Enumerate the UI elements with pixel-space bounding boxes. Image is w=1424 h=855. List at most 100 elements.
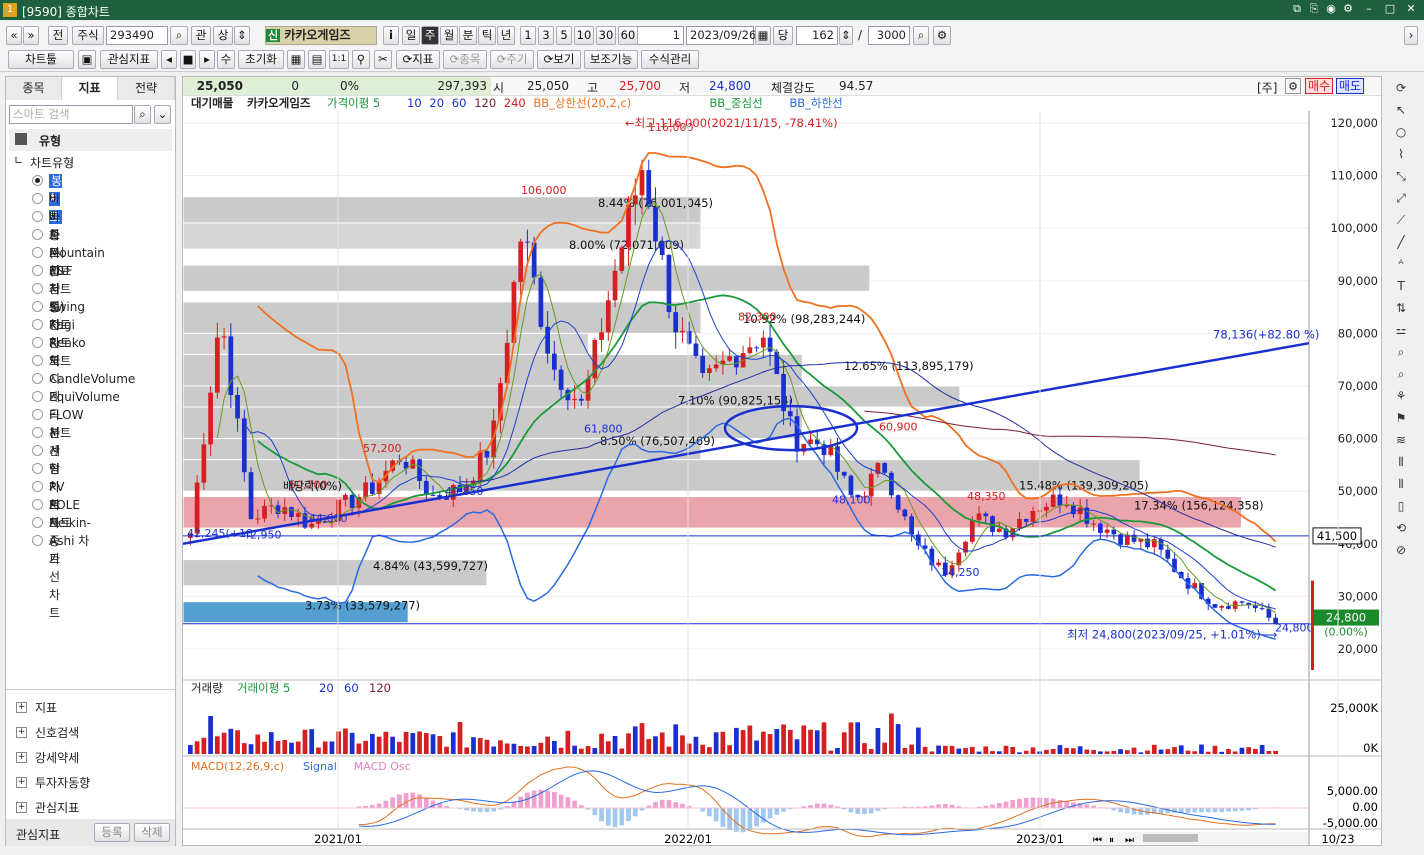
chart-type-item[interactable]: 종가선 차트 — [32, 532, 60, 620]
section-2[interactable]: 강세약세 — [35, 749, 79, 766]
chart-type-item[interactable]: EquiVolume — [32, 388, 120, 406]
link-icon[interactable]: ⧉ — [1290, 2, 1304, 16]
bars-icon[interactable]: ⦀ — [1390, 452, 1412, 472]
radio-icon[interactable] — [32, 211, 43, 222]
period-1[interactable]: 주 — [421, 26, 439, 45]
register-button[interactable]: 등록 — [94, 823, 130, 842]
expand-icon[interactable]: + — [16, 702, 27, 713]
table-icon[interactable]: ▤ — [308, 50, 326, 69]
undo-icon[interactable]: ⟲ — [1390, 518, 1412, 538]
search-icon[interactable]: ⌕ — [134, 105, 151, 124]
chart-type-item[interactable]: 점 차트 — [32, 460, 60, 512]
section-1[interactable]: 신호검색 — [35, 724, 79, 741]
expand-icon[interactable]: › — [1404, 26, 1418, 45]
stock-name-field[interactable]: 신 카카오게임즈 — [265, 26, 377, 45]
chart-type-item[interactable]: PV차트 — [32, 478, 64, 530]
chart-type-item[interactable]: 바차트(시고저종) — [32, 190, 65, 314]
period-2[interactable]: 월 — [440, 26, 458, 45]
candle-icon[interactable]: ⚍ — [1390, 320, 1412, 340]
radio-icon[interactable] — [32, 499, 43, 510]
nav-prev-button[interactable]: » — [23, 26, 39, 45]
reset-button[interactable]: 초기화 — [238, 50, 284, 69]
gwan-button[interactable]: 관 — [191, 26, 211, 45]
smart-search-input[interactable]: 스마트 검색 — [9, 105, 133, 124]
radio-icon[interactable] — [32, 355, 43, 366]
chart-settings-icon[interactable]: ⚙ — [1285, 78, 1301, 94]
period-button[interactable]: ⟳주기 — [490, 50, 534, 69]
chart-type-item[interactable]: Kagi차트 — [32, 316, 75, 350]
minute-3[interactable]: 3 — [538, 26, 554, 45]
section-3[interactable]: 투자자동향 — [35, 774, 90, 791]
crosshair-icon[interactable]: ⌇ — [1390, 144, 1412, 164]
chart-type-item[interactable]: 역시계곡선 — [32, 352, 60, 440]
chart-type-item[interactable]: Heikin-Ashi 차트 — [32, 514, 91, 566]
minute-10[interactable]: 10 — [574, 26, 594, 45]
period-3[interactable]: 분 — [459, 26, 477, 45]
chart-type-item[interactable]: Swing차트 — [32, 298, 85, 332]
radio-icon[interactable] — [32, 427, 43, 438]
chart-type-item[interactable]: 종가선차트 — [32, 226, 60, 314]
pin-icon[interactable]: ⚲ — [352, 50, 370, 69]
bars-stepper[interactable]: ⇕ — [839, 26, 853, 45]
minute-60[interactable]: 60 — [618, 26, 638, 45]
date-input[interactable]: 2023/09/26 — [686, 26, 756, 45]
expand-icon[interactable]: + — [16, 752, 27, 763]
type-header[interactable]: 유형 — [9, 129, 172, 151]
chart-type-item[interactable]: FLOW차트 — [32, 406, 83, 440]
radio-icon[interactable] — [32, 193, 43, 204]
settings-icon[interactable]: ⚙ — [1341, 2, 1355, 16]
wave-icon[interactable]: ≋ — [1390, 430, 1412, 450]
chart-canvas[interactable]: 대기매물 카카오게임즈 가격이평 5 10 20 60 120 240 BB_상한선(20,2,… — [183, 96, 1381, 845]
stop-icon[interactable]: ■ — [180, 50, 196, 69]
zoom-icon[interactable]: ⌕ — [913, 26, 929, 45]
period-4[interactable]: 틱 — [478, 26, 496, 45]
onebyone-button[interactable]: 1:1 — [329, 50, 349, 69]
radio-icon[interactable] — [32, 283, 43, 294]
zoom2-icon[interactable]: ⌕ — [1390, 364, 1412, 384]
minute-5[interactable]: 5 — [556, 26, 572, 45]
radio-icon[interactable] — [32, 229, 43, 240]
grid-icon[interactable]: ▦ — [287, 50, 305, 69]
chart-type-item[interactable]: Renko차트 — [32, 334, 86, 368]
chart-type-item[interactable]: 봉차트 — [32, 172, 63, 224]
fib-icon[interactable]: ⇅ — [1390, 298, 1412, 318]
circle-icon[interactable]: ○ — [1390, 122, 1412, 142]
copy-icon[interactable]: ⎘ — [1307, 2, 1321, 16]
arrow-icon[interactable]: ⤡ — [1390, 166, 1412, 186]
radio-icon[interactable] — [32, 481, 43, 492]
scroll-right-icon[interactable]: ▸ — [199, 50, 215, 69]
su-button[interactable]: 수 — [217, 50, 235, 69]
tab-indicator[interactable]: 지표 — [62, 77, 118, 100]
sell-button[interactable]: 매도 — [1336, 78, 1364, 94]
flag-icon[interactable]: ⚑ — [1390, 408, 1412, 428]
radio-icon[interactable] — [32, 517, 43, 528]
radio-icon[interactable] — [32, 391, 43, 402]
item-button[interactable]: ⟳종목 — [443, 50, 487, 69]
line-icon[interactable]: ⟋ — [1390, 210, 1412, 230]
chart-type-item[interactable]: 계단 차트 — [32, 442, 60, 512]
radio-icon[interactable] — [32, 535, 43, 546]
radio-icon[interactable] — [32, 409, 43, 420]
delete-button[interactable]: 삭제 — [134, 823, 170, 842]
dropdown-icon[interactable]: ⌄ — [154, 105, 171, 124]
dang-button[interactable]: 당 — [773, 26, 793, 45]
zoom-icon[interactable]: ⌕ — [1390, 342, 1412, 362]
jeon-button[interactable]: 전 — [48, 26, 68, 45]
maximize-icon[interactable]: □ — [1383, 2, 1397, 16]
radio-icon[interactable] — [32, 265, 43, 276]
expand-icon[interactable]: + — [16, 802, 27, 813]
chart-type-item[interactable]: P&F차트 — [32, 262, 73, 296]
count-field[interactable]: 1 — [634, 26, 684, 45]
chart-type-item[interactable]: 바차트(고저종) — [32, 208, 65, 314]
tab-item[interactable]: 종목 — [6, 77, 62, 100]
bars2-icon[interactable]: ⦀ — [1390, 474, 1412, 494]
nav-first-button[interactable]: « — [6, 26, 22, 45]
search-icon[interactable]: ⌕ — [170, 26, 188, 45]
tab-strategy[interactable]: 전략 — [118, 77, 175, 100]
sang-button[interactable]: 상 — [213, 26, 233, 45]
max-bars-input[interactable]: 3000 — [868, 26, 910, 45]
market-select[interactable]: 주식 — [72, 26, 104, 45]
arrow2-icon[interactable]: ⤢ — [1390, 188, 1412, 208]
gear-icon[interactable]: ⚙ — [933, 26, 951, 45]
rect-icon[interactable]: ▯ — [1390, 496, 1412, 516]
